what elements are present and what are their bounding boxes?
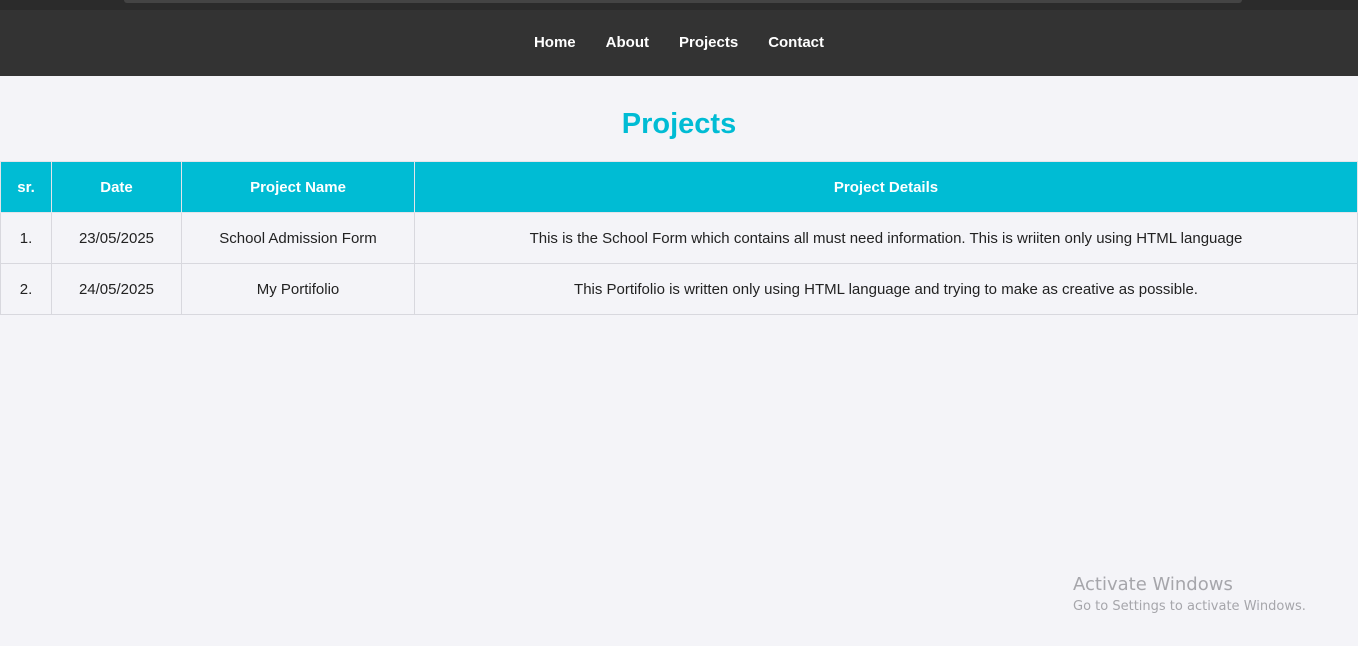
table-row: 2. 24/05/2025 My Portifolio This Portifo… — [0, 263, 1358, 315]
cell-sr: 2. — [0, 263, 52, 315]
projects-table: sr. Date Project Name Project Details 1.… — [0, 161, 1358, 315]
browser-edge — [124, 0, 1242, 3]
nav-item-about: About — [606, 34, 649, 52]
cell-date: 24/05/2025 — [51, 263, 182, 315]
page-title: Projects — [621, 108, 737, 140]
cell-project-details: This is the School Form which contains a… — [414, 212, 1358, 264]
navbar: Home About Projects Contact — [0, 10, 1358, 76]
watermark-title: Activate Windows — [1073, 574, 1233, 595]
header-project-name: Project Name — [181, 161, 415, 213]
table-head: sr. Date Project Name Project Details — [0, 161, 1358, 213]
table-row: 1. 23/05/2025 School Admission Form This… — [0, 212, 1358, 264]
watermark-subtitle: Go to Settings to activate Windows. — [1073, 599, 1306, 614]
nav-item-projects: Projects — [679, 34, 738, 52]
browser-top-strip — [0, 0, 1358, 10]
nav-item-contact: Contact — [768, 34, 824, 52]
cell-sr: 1. — [0, 212, 52, 264]
header-project-details: Project Details — [414, 161, 1358, 213]
header-sr: sr. — [0, 161, 52, 213]
nav-link-about[interactable]: About — [606, 34, 649, 51]
nav-item-home: Home — [534, 34, 576, 52]
activate-windows-watermark: Activate Windows Go to Settings to activ… — [1073, 573, 1306, 617]
table-header-row: sr. Date Project Name Project Details — [0, 161, 1358, 213]
cell-project-name: My Portifolio — [181, 263, 415, 315]
header-date: Date — [51, 161, 182, 213]
nav-list: Home About Projects Contact — [0, 10, 1358, 76]
nav-link-contact[interactable]: Contact — [768, 34, 824, 51]
table-body: 1. 23/05/2025 School Admission Form This… — [0, 212, 1358, 315]
nav-link-home[interactable]: Home — [534, 34, 576, 51]
nav-link-projects[interactable]: Projects — [679, 34, 738, 51]
cell-date: 23/05/2025 — [51, 212, 182, 264]
cell-project-name: School Admission Form — [181, 212, 415, 264]
cell-project-details: This Portifolio is written only using HT… — [414, 263, 1358, 315]
